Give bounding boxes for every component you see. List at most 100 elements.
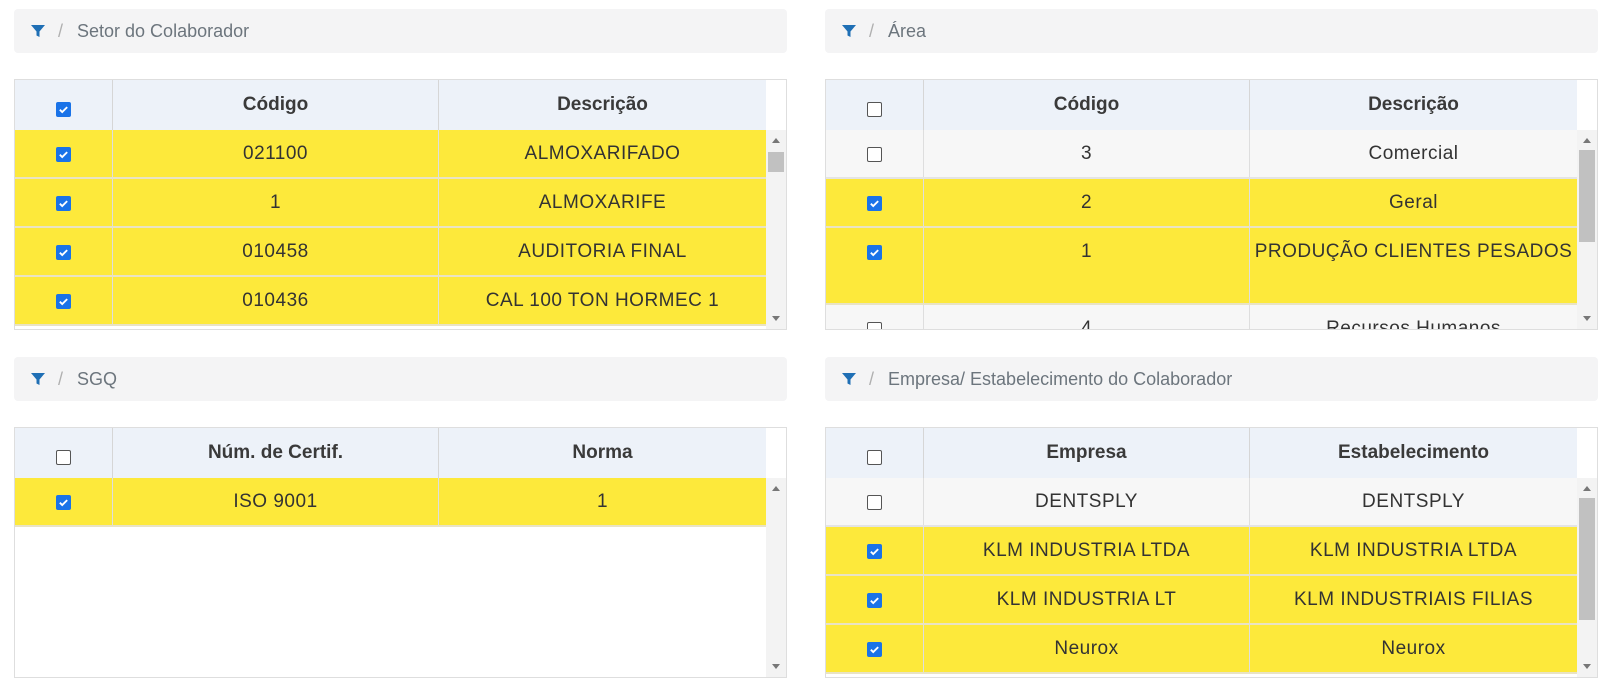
select-all-checkbox[interactable] [56, 101, 71, 117]
table-row[interactable]: 3 Comercial [826, 130, 1578, 179]
select-all-checkbox[interactable] [867, 449, 882, 465]
chevron-down-icon[interactable] [772, 664, 780, 669]
panel-sgq: / SGQ Núm. de Certif. Norma ISO 9001 1 [14, 357, 787, 678]
row-select-cell [826, 179, 924, 226]
table-row[interactable]: DENTSPLY DENTSPLY [826, 478, 1578, 527]
row-select-cell [826, 305, 924, 329]
cell-col2: ALMOXARIFADO [439, 130, 767, 177]
cell-col2: Recursos Humanos [1250, 305, 1578, 329]
cell-col1: 1 [113, 179, 439, 226]
row-checkbox[interactable] [867, 196, 882, 211]
filter-icon[interactable] [841, 23, 857, 39]
cell-text: 4 [1080, 318, 1093, 330]
breadcrumb: / Área [825, 9, 1598, 53]
row-select-cell [15, 130, 113, 177]
cell-text: KLM INDUSTRIAIS FILIAS [1293, 589, 1534, 610]
column-header-empresa[interactable]: Empresa [924, 428, 1250, 478]
row-select-cell [826, 130, 924, 177]
row-select-cell [826, 576, 924, 623]
filter-icon[interactable] [30, 23, 46, 39]
filter-icon[interactable] [30, 371, 46, 387]
cell-text: KLM INDUSTRIA LTDA [1309, 540, 1518, 561]
column-header-codigo[interactable]: Código [113, 80, 439, 130]
table-row[interactable]: 4 Recursos Humanos [826, 305, 1578, 330]
chevron-up-icon[interactable] [1583, 138, 1591, 143]
table-row[interactable]: 1 PRODUÇÃO CLIENTES PESADOS [826, 228, 1578, 305]
row-checkbox[interactable] [56, 495, 71, 510]
header-gap [1577, 80, 1597, 130]
cell-text: ALMOXARIFE [538, 192, 667, 213]
row-checkbox[interactable] [867, 495, 882, 510]
breadcrumb-separator: / [58, 20, 64, 41]
table-row[interactable]: 010458 AUDITORIA FINAL [15, 228, 767, 277]
row-select-cell [826, 228, 924, 303]
table-row[interactable]: ISO 9001 1 [15, 478, 767, 527]
column-header-norma[interactable]: Norma [439, 428, 767, 478]
scrollbar-thumb[interactable] [768, 152, 784, 172]
cell-col2: Geral [1250, 179, 1578, 226]
row-select-cell [15, 478, 113, 525]
cell-col1: DENTSPLY [924, 478, 1250, 525]
grid-header: Núm. de Certif. Norma [15, 428, 767, 479]
column-header-codigo[interactable]: Código [924, 80, 1250, 130]
table-row[interactable]: 010436 CAL 100 TON HORMEC 1 [15, 277, 767, 326]
select-all-cell [15, 80, 113, 130]
column-header-estabelecimento[interactable]: Estabelecimento [1250, 428, 1578, 478]
row-checkbox[interactable] [867, 322, 882, 329]
row-checkbox[interactable] [56, 196, 71, 211]
table-row[interactable]: 2 Geral [826, 179, 1578, 228]
chevron-down-icon[interactable] [772, 316, 780, 321]
scrollbar-thumb[interactable] [1579, 150, 1595, 242]
row-checkbox[interactable] [867, 245, 882, 260]
cell-text: Neurox [1054, 638, 1119, 659]
chevron-up-icon[interactable] [1583, 486, 1591, 491]
row-checkbox[interactable] [867, 544, 882, 559]
chevron-down-icon[interactable] [1583, 664, 1591, 669]
cell-col1: 2 [924, 179, 1250, 226]
table-row[interactable]: KLM INDUSTRIA LTDA KLM INDUSTRIA LTDA [826, 527, 1578, 576]
column-header-num-certif[interactable]: Núm. de Certif. [113, 428, 439, 478]
grid-header: Empresa Estabelecimento [826, 428, 1578, 479]
cell-col1: 010436 [113, 277, 439, 324]
select-all-checkbox[interactable] [867, 101, 882, 117]
cell-col2: PRODUÇÃO CLIENTES PESADOS [1250, 228, 1578, 303]
cell-col1: 010458 [113, 228, 439, 275]
column-header-descricao[interactable]: Descrição [1250, 80, 1578, 130]
row-checkbox[interactable] [56, 245, 71, 260]
select-all-cell [15, 428, 113, 478]
scrollbar-thumb[interactable] [1579, 498, 1595, 620]
panel-empresa: / Empresa/ Estabelecimento do Colaborado… [825, 357, 1598, 678]
panel-title: Área [888, 20, 927, 41]
cell-text: 021100 [243, 143, 308, 164]
chevron-down-icon[interactable] [1583, 316, 1591, 321]
chevron-up-icon[interactable] [772, 486, 780, 491]
panel-title: Setor do Colaborador [77, 20, 250, 41]
cell-text: 1 [596, 491, 609, 512]
cell-text: 1 [1080, 241, 1093, 262]
cell-text: CAL 100 TON HORMEC 1 [485, 290, 720, 311]
vertical-scrollbar[interactable] [766, 478, 786, 677]
cell-col1: 4 [924, 305, 1250, 330]
cell-col2: Comercial [1250, 130, 1578, 177]
row-checkbox[interactable] [56, 294, 71, 309]
table-row[interactable]: KLM INDUSTRIA LT KLM INDUSTRIAIS FILIAS [826, 576, 1578, 625]
panel-setor: / Setor do Colaborador Código Descrição … [14, 9, 787, 330]
cell-text: ISO 9001 [233, 491, 318, 512]
grid-body: 021100 ALMOXARIFADO 1 ALMOXARIFE 010458 AUDIT… [15, 130, 767, 326]
table-row[interactable]: Neurox Neurox [826, 625, 1578, 674]
row-checkbox[interactable] [867, 147, 882, 162]
row-checkbox[interactable] [56, 147, 71, 162]
table-row[interactable]: 1 ALMOXARIFE [15, 179, 767, 228]
filter-icon[interactable] [841, 371, 857, 387]
cell-text: DENTSPLY [1362, 491, 1465, 512]
column-header-descricao[interactable]: Descrição [439, 80, 767, 130]
table-row[interactable]: 021100 ALMOXARIFADO [15, 130, 767, 179]
chevron-up-icon[interactable] [772, 138, 780, 143]
row-checkbox[interactable] [867, 593, 882, 608]
vertical-scrollbar[interactable] [1577, 130, 1597, 329]
vertical-scrollbar[interactable] [766, 130, 786, 329]
vertical-scrollbar[interactable] [1577, 478, 1597, 677]
row-checkbox[interactable] [867, 642, 882, 657]
cell-text: Geral [1389, 192, 1438, 213]
select-all-checkbox[interactable] [56, 449, 71, 465]
